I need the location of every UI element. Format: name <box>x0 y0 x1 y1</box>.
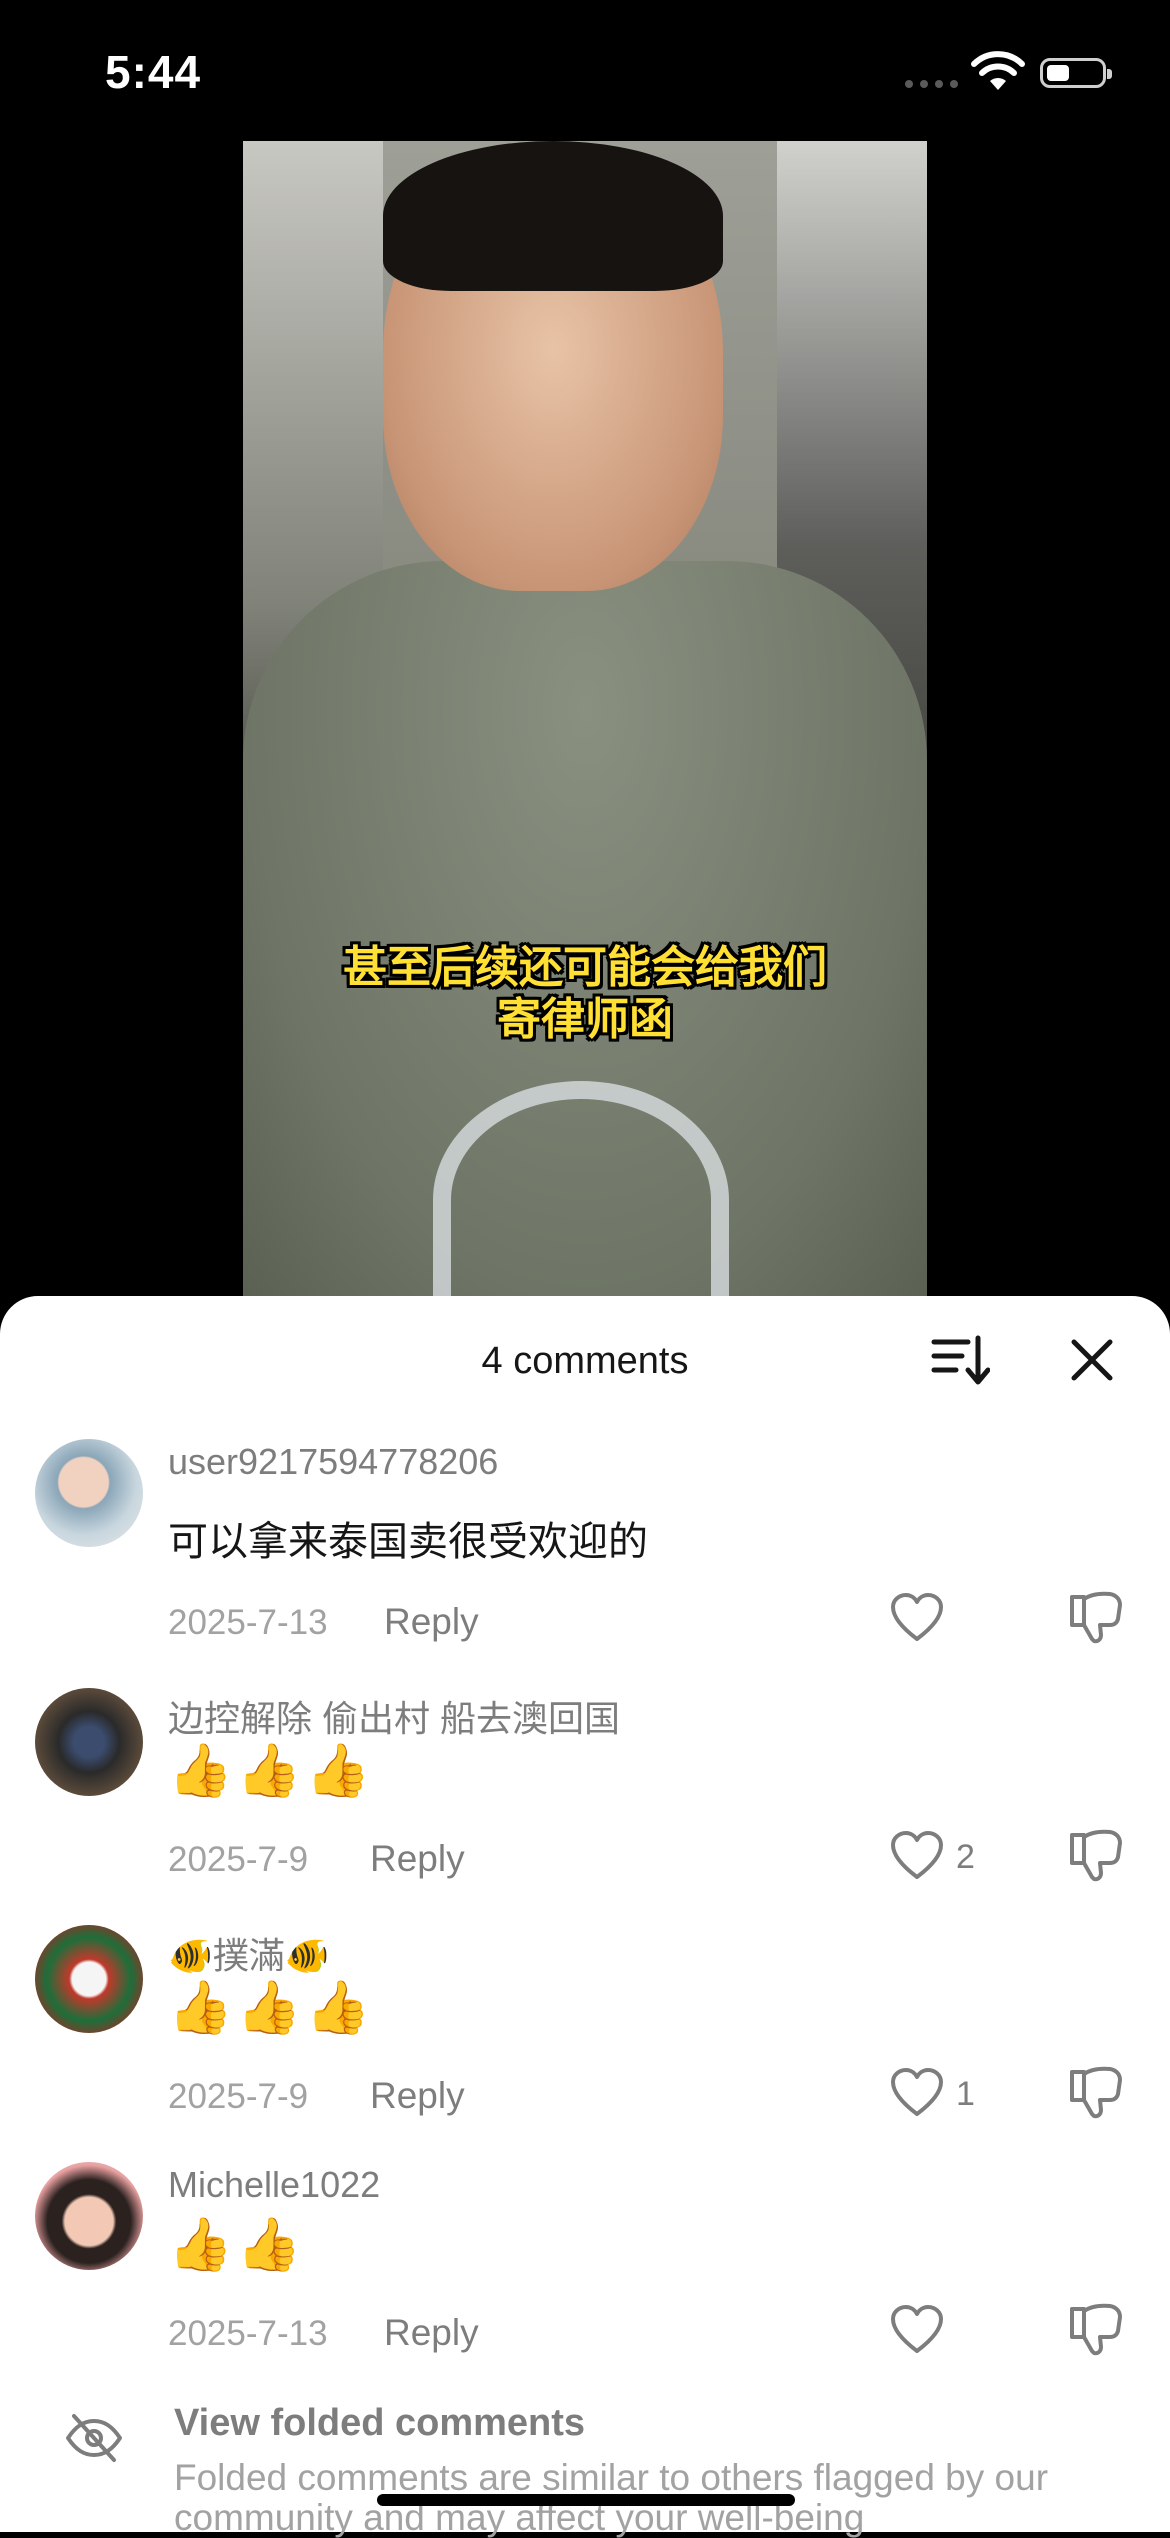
eye-slash-icon <box>66 2414 122 2462</box>
comment-text: 👍👍👍 <box>168 1742 375 1800</box>
like-count: 2 <box>956 1838 975 1876</box>
view-folded-comments-link[interactable]: View folded comments <box>174 2402 585 2445</box>
avatar[interactable] <box>35 1439 143 1547</box>
dislike-icon[interactable] <box>1068 2301 1126 2357</box>
close-icon[interactable] <box>1062 1332 1122 1388</box>
video-person-hair <box>383 141 723 291</box>
reply-button[interactable]: Reply <box>384 1601 479 1643</box>
battery-icon <box>1040 58 1112 88</box>
heart-icon[interactable] <box>889 2067 945 2119</box>
video-player[interactable]: 甚至后续还可能会给我们 寄律师函 <box>243 141 927 1301</box>
status-bar: 5:44 <box>0 0 1170 140</box>
comment-date: 2025-7-13 <box>168 1603 328 1642</box>
avatar[interactable] <box>35 1688 143 1796</box>
comment-date: 2025-7-9 <box>168 1840 309 1879</box>
dislike-icon[interactable] <box>1068 1589 1126 1645</box>
reply-button[interactable]: Reply <box>384 2312 479 2354</box>
heart-icon[interactable] <box>889 2304 945 2356</box>
avatar[interactable] <box>35 1925 143 2033</box>
dislike-icon[interactable] <box>1068 2064 1126 2120</box>
comment-date: 2025-7-9 <box>168 2077 309 2116</box>
status-time: 5:44 <box>105 46 202 98</box>
comment-text: 👍👍👍 <box>168 1979 375 2037</box>
avatar[interactable] <box>35 2162 143 2270</box>
comment-text: 可以拿来泰国卖很受欢迎的 <box>168 1520 648 1564</box>
reply-button[interactable]: Reply <box>370 2075 465 2117</box>
comment-username[interactable]: 边控解除 偷出村 船去澳回国 <box>168 1690 620 1742</box>
comment-username[interactable]: 🐠撲滿🐠 <box>168 1927 330 1979</box>
dislike-icon[interactable] <box>1068 1827 1126 1883</box>
comment-username[interactable]: Michelle1022 <box>168 2164 380 2206</box>
video-subtitle-line-2: 寄律师函 <box>497 994 673 1045</box>
reply-button[interactable]: Reply <box>370 1838 465 1880</box>
comment-username[interactable]: user9217594778206 <box>168 1441 498 1483</box>
heart-icon[interactable] <box>889 1592 945 1644</box>
comment-date: 2025-7-13 <box>168 2314 328 2353</box>
comment-text: 👍👍 <box>168 2216 306 2274</box>
like-count: 1 <box>956 2075 975 2113</box>
comments-sheet: 4 comments user9217594778206 可以拿来泰国卖很受欢迎… <box>0 1296 1170 2532</box>
cellular-signal-icon <box>905 80 958 88</box>
heart-icon[interactable] <box>889 1830 945 1882</box>
home-indicator[interactable] <box>377 2494 795 2506</box>
wifi-icon <box>971 51 1025 90</box>
sort-icon[interactable] <box>930 1332 990 1388</box>
comments-count-title: 4 comments <box>481 1340 689 1382</box>
